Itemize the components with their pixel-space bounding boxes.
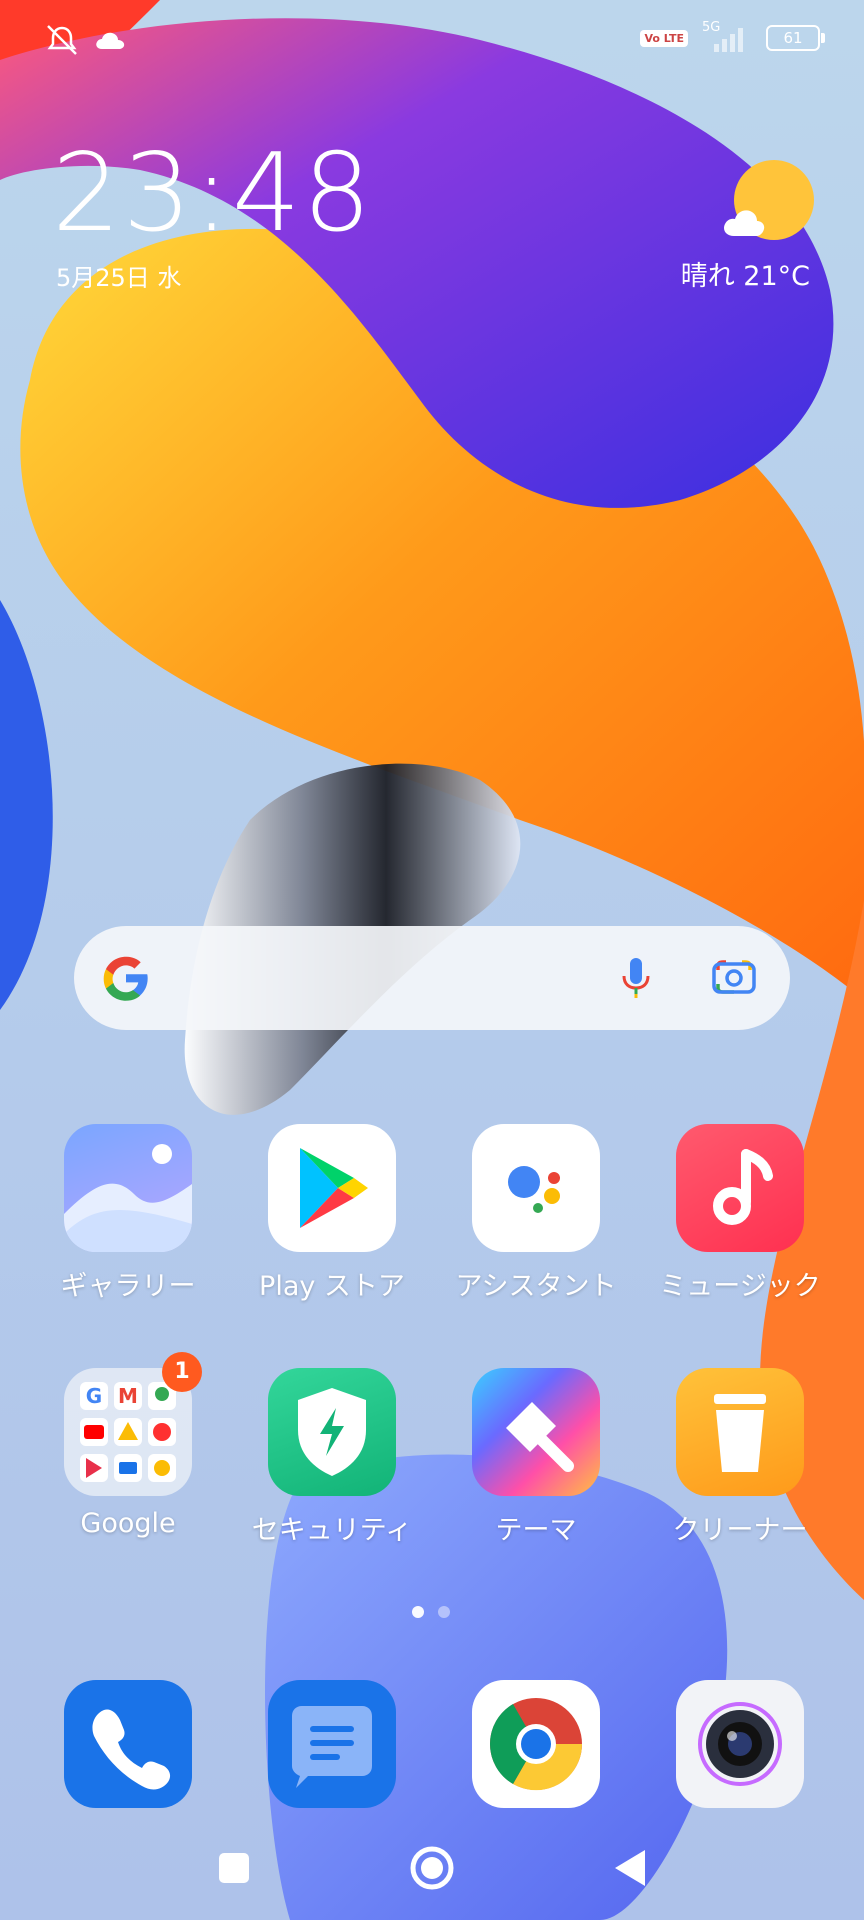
vibrate-off-icon xyxy=(44,24,80,60)
app-music[interactable]: ミュージック xyxy=(640,1124,840,1303)
app-label: セキュリティ xyxy=(251,1515,413,1546)
camera-icon xyxy=(676,1680,804,1808)
partly-sunny-icon[interactable] xyxy=(722,158,814,248)
messages-icon xyxy=(268,1680,396,1808)
back-button[interactable] xyxy=(600,1838,660,1898)
clock-time[interactable]: 23:48 xyxy=(52,140,373,248)
app-label: Play ストア xyxy=(259,1271,405,1302)
app-cleaner[interactable]: クリーナー xyxy=(640,1368,840,1547)
page-indicator[interactable] xyxy=(412,1606,450,1618)
assistant-icon xyxy=(472,1124,600,1252)
google-search-bar[interactable] xyxy=(74,926,790,1030)
app-assistant[interactable]: アシスタント xyxy=(436,1124,636,1303)
phone-icon xyxy=(64,1680,192,1808)
home-button[interactable] xyxy=(402,1838,462,1898)
back-triangle-icon xyxy=(615,1850,645,1886)
app-label: クリーナー xyxy=(672,1515,808,1546)
battery-icon: 61 xyxy=(766,25,825,51)
battery-level: 61 xyxy=(783,29,803,47)
app-label: ミュージック xyxy=(659,1271,821,1302)
page-dot-active xyxy=(412,1606,424,1618)
music-icon xyxy=(676,1124,804,1252)
svg-text:M: M xyxy=(118,1384,138,1408)
app-label: ギャラリー xyxy=(60,1271,196,1302)
circle-icon xyxy=(410,1846,454,1890)
chrome-icon xyxy=(472,1680,600,1808)
security-icon xyxy=(268,1368,396,1496)
play-store-icon xyxy=(268,1124,396,1252)
microphone-icon[interactable] xyxy=(608,950,664,1006)
recents-button[interactable] xyxy=(204,1838,264,1898)
app-label: Google xyxy=(80,1508,176,1539)
google-logo-icon xyxy=(103,956,148,1001)
cloud-icon xyxy=(94,29,126,55)
notification-badge: 1 xyxy=(162,1352,202,1392)
lens-icon[interactable] xyxy=(706,950,762,1006)
page-dot xyxy=(438,1606,450,1618)
gallery-icon xyxy=(64,1124,192,1252)
cleaner-icon xyxy=(676,1368,804,1496)
status-bar: Vo LTE 5G 61 xyxy=(0,0,864,84)
svg-text:G: G xyxy=(86,1384,102,1408)
volte-indicator: Vo LTE xyxy=(640,29,688,47)
app-label: アシスタント xyxy=(455,1271,617,1302)
app-security[interactable]: セキュリティ xyxy=(232,1368,432,1547)
clock-date[interactable]: 5月25日 水 xyxy=(56,258,181,293)
dock-messages[interactable] xyxy=(232,1680,432,1808)
dock-chrome[interactable] xyxy=(436,1680,636,1808)
app-gallery[interactable]: ギャラリー xyxy=(28,1124,228,1303)
app-label: テーマ xyxy=(495,1515,577,1546)
dock-phone[interactable] xyxy=(28,1680,228,1808)
signal-icon: 5G xyxy=(700,20,754,54)
app-play-store[interactable]: Play ストア xyxy=(232,1124,432,1303)
dock-camera[interactable] xyxy=(640,1680,840,1808)
square-icon xyxy=(219,1853,249,1883)
themes-icon xyxy=(472,1368,600,1496)
app-google-folder[interactable]: G M Google xyxy=(28,1368,228,1539)
app-themes[interactable]: テーマ xyxy=(436,1368,636,1547)
navigation-bar xyxy=(0,1838,864,1898)
weather-text[interactable]: 晴れ 21°C xyxy=(681,254,810,293)
